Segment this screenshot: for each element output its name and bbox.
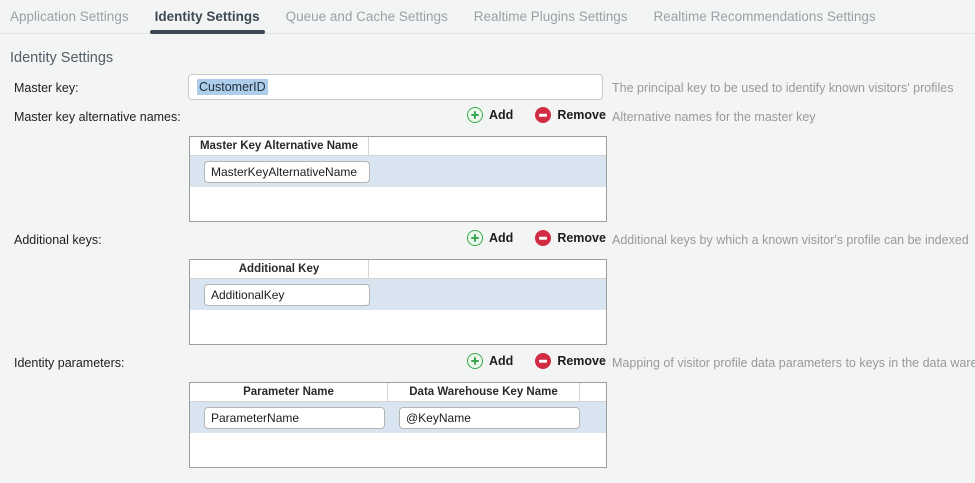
master-key-value: CustomerID [197, 79, 268, 95]
dwh-key-name-column-header: Data Warehouse Key Name [388, 383, 580, 401]
tab-queue-and-cache-settings[interactable]: Queue and Cache Settings [286, 0, 448, 34]
additional-keys-add-button[interactable]: Add [467, 230, 513, 246]
remove-icon [535, 230, 551, 246]
alt-names-empty-header [369, 137, 606, 155]
tab-realtime-plugins-settings[interactable]: Realtime Plugins Settings [474, 0, 628, 34]
tab-identity-settings[interactable]: Identity Settings [155, 0, 260, 34]
alt-names-toolbar: Add Remove [467, 107, 606, 123]
tab-realtime-recommendations-settings[interactable]: Realtime Recommendations Settings [654, 0, 876, 34]
master-key-description: The principal key to be used to identify… [612, 81, 953, 95]
remove-icon [535, 107, 551, 123]
add-icon [467, 230, 483, 246]
additional-keys-label: Additional keys: [14, 233, 102, 247]
master-key-label: Master key: [14, 81, 79, 95]
dwh-key-name-input[interactable] [399, 407, 580, 429]
identity-parameters-table: Parameter Name Data Warehouse Key Name [189, 382, 607, 468]
additional-keys-description: Additional keys by which a known visitor… [612, 233, 969, 247]
identity-parameters-toolbar: Add Remove [467, 353, 606, 369]
alt-names-column-header: Master Key Alternative Name [190, 137, 369, 155]
identity-parameters-add-button[interactable]: Add [467, 353, 513, 369]
master-key-input[interactable]: CustomerID [188, 74, 603, 100]
alt-names-table-header: Master Key Alternative Name [190, 137, 606, 156]
alt-names-remove-button[interactable]: Remove [535, 107, 606, 123]
remove-icon [535, 353, 551, 369]
page-title: Identity Settings [10, 50, 113, 66]
additional-key-column-header: Additional Key [190, 260, 369, 278]
tab-application-settings[interactable]: Application Settings [10, 0, 129, 34]
identity-parameters-table-header: Parameter Name Data Warehouse Key Name [190, 383, 606, 402]
identity-parameters-table-row[interactable] [190, 402, 606, 433]
additional-keys-table-row[interactable] [190, 279, 606, 310]
additional-keys-table-header: Additional Key [190, 260, 606, 279]
additional-keys-toolbar: Add Remove [467, 230, 606, 246]
alt-names-table: Master Key Alternative Name [189, 136, 607, 222]
additional-keys-remove-button[interactable]: Remove [535, 230, 606, 246]
identity-parameters-empty-header [580, 383, 606, 401]
add-button-label: Add [489, 108, 513, 122]
add-icon [467, 107, 483, 123]
add-button-label: Add [489, 231, 513, 245]
alt-names-add-button[interactable]: Add [467, 107, 513, 123]
additional-keys-table: Additional Key [189, 259, 607, 345]
alt-names-label: Master key alternative names: [14, 110, 181, 124]
additional-key-input[interactable] [204, 284, 370, 306]
additional-keys-empty-header [369, 260, 606, 278]
alt-names-table-row[interactable] [190, 156, 606, 187]
add-icon [467, 353, 483, 369]
identity-parameters-remove-button[interactable]: Remove [535, 353, 606, 369]
identity-parameters-description: Mapping of visitor profile data paramete… [612, 356, 975, 370]
parameter-name-column-header: Parameter Name [190, 383, 388, 401]
settings-tab-bar: Application Settings Identity Settings Q… [0, 0, 975, 34]
alt-name-input[interactable] [204, 161, 370, 183]
remove-button-label: Remove [557, 231, 606, 245]
alt-names-description: Alternative names for the master key [612, 110, 816, 124]
identity-parameters-label: Identity parameters: [14, 356, 124, 370]
parameter-name-input[interactable] [204, 407, 385, 429]
add-button-label: Add [489, 354, 513, 368]
remove-button-label: Remove [557, 354, 606, 368]
remove-button-label: Remove [557, 108, 606, 122]
